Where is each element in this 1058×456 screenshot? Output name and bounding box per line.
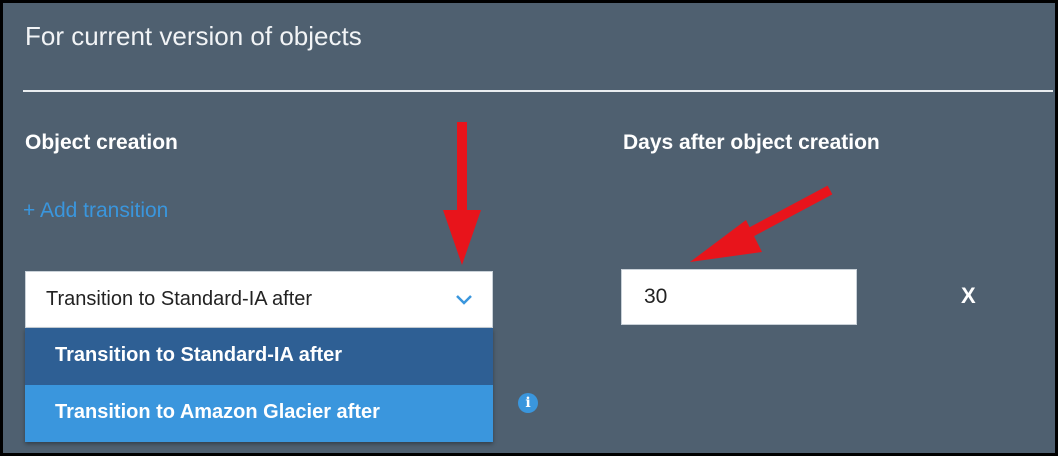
dropdown-option-standard-ia[interactable]: Transition to Standard-IA after: [25, 328, 493, 385]
days-after-creation-label: Days after object creation: [623, 131, 880, 154]
info-icon[interactable]: i: [518, 393, 538, 413]
section-title: For current version of objects: [25, 21, 362, 51]
lifecycle-panel: For current version of objects Object cr…: [0, 0, 1058, 456]
divider: [23, 90, 1053, 92]
transition-select-value: Transition to Standard-IA after: [46, 288, 313, 310]
chevron-down-icon[interactable]: [454, 292, 474, 306]
remove-transition-button[interactable]: X: [961, 283, 976, 309]
add-transition-link[interactable]: + Add transition: [23, 199, 168, 223]
dropdown-option-amazon-glacier[interactable]: Transition to Amazon Glacier after: [25, 385, 493, 442]
transition-dropdown-menu: Transition to Standard-IA after Transiti…: [25, 328, 493, 442]
days-input[interactable]: [621, 269, 857, 325]
transition-select[interactable]: Transition to Standard-IA after: [25, 271, 493, 328]
object-creation-label: Object creation: [25, 131, 178, 154]
